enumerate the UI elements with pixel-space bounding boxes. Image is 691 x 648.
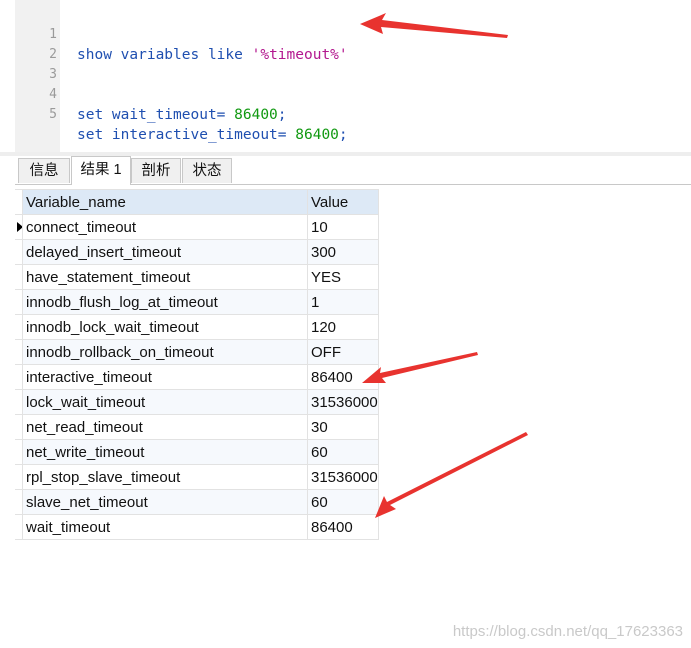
code-line: 1 show variables like '%timeout%' <box>0 5 691 63</box>
cell-value[interactable]: 86400 <box>307 514 379 540</box>
sql-semicolon: ; <box>277 107 287 123</box>
column-header-value[interactable]: Value <box>307 189 379 215</box>
table-row[interactable]: delayed_insert_timeout 300 <box>15 239 379 265</box>
table-row[interactable]: innodb_lock_wait_timeout 120 <box>15 314 379 340</box>
cell-value[interactable]: 300 <box>307 239 379 265</box>
row-indicator <box>15 289 23 315</box>
cell-variable-name[interactable]: wait_timeout <box>22 514 308 540</box>
row-indicator <box>15 339 23 365</box>
cell-value[interactable]: 10 <box>307 214 379 240</box>
row-indicator <box>15 239 23 265</box>
row-indicator <box>15 489 23 515</box>
row-indicator <box>15 214 23 240</box>
result-grid: Variable_name Value connect_timeout 10 d… <box>15 189 379 540</box>
cell-variable-name[interactable]: delayed_insert_timeout <box>22 239 308 265</box>
tab-profile[interactable]: 剖析 <box>131 158 181 183</box>
cell-value[interactable]: 86400 <box>307 364 379 390</box>
row-indicator <box>15 389 23 415</box>
row-indicator <box>15 314 23 340</box>
watermark: https://blog.csdn.net/qq_17623363 <box>452 623 683 640</box>
table-row[interactable]: net_write_timeout 60 <box>15 439 379 465</box>
code-text: set wait_timeout= 86400; <box>77 105 287 125</box>
table-row[interactable]: interactive_timeout 86400 <box>15 364 379 390</box>
sql-keyword: set wait_timeout= <box>77 107 235 123</box>
table-row[interactable]: net_read_timeout 30 <box>15 414 379 440</box>
row-indicator <box>15 414 23 440</box>
code-line: 4 set wait_timeout= 86400; <box>0 65 691 123</box>
code-text: set interactive_timeout= 86400; <box>77 125 348 145</box>
result-grid-area: Variable_name Value connect_timeout 10 d… <box>15 185 691 648</box>
sql-number: 86400 <box>295 127 339 143</box>
table-row[interactable]: rpl_stop_slave_timeout 31536000 <box>15 464 379 490</box>
cell-value[interactable]: 1 <box>307 289 379 315</box>
table-row[interactable]: innodb_rollback_on_timeout OFF <box>15 339 379 365</box>
row-indicator <box>15 439 23 465</box>
cell-value[interactable]: 31536000 <box>307 464 379 490</box>
table-row[interactable]: have_statement_timeout YES <box>15 264 379 290</box>
cell-variable-name[interactable]: slave_net_timeout <box>22 489 308 515</box>
code-line: 2 <box>0 25 691 62</box>
code-line: 5 set interactive_timeout= 86400; <box>0 85 691 143</box>
code-line: 3 <box>0 45 691 82</box>
cell-variable-name[interactable]: interactive_timeout <box>22 364 308 390</box>
table-row[interactable]: wait_timeout 86400 <box>15 514 379 540</box>
cell-value[interactable]: 60 <box>307 489 379 515</box>
row-indicator <box>15 514 23 540</box>
cell-value[interactable]: OFF <box>307 339 379 365</box>
sql-editor[interactable]: 1 show variables like '%timeout%' 2 3 4 … <box>0 0 691 153</box>
grid-header-row: Variable_name Value <box>15 189 379 215</box>
cell-value[interactable]: 120 <box>307 314 379 340</box>
cell-variable-name[interactable]: lock_wait_timeout <box>22 389 308 415</box>
tab-info[interactable]: 信息 <box>18 158 70 183</box>
sql-number: 86400 <box>234 107 278 123</box>
cell-variable-name[interactable]: innodb_lock_wait_timeout <box>22 314 308 340</box>
row-indicator <box>15 464 23 490</box>
table-row[interactable]: innodb_flush_log_at_timeout 1 <box>15 289 379 315</box>
tab-result-1[interactable]: 结果 1 <box>71 156 131 185</box>
cell-value[interactable]: 31536000 <box>307 389 379 415</box>
sql-keyword: set interactive_timeout= <box>77 127 296 143</box>
result-tabs: 信息 结果 1 剖析 状态 <box>15 156 691 185</box>
current-row-arrow-icon <box>17 222 22 232</box>
row-indicator <box>15 364 23 390</box>
cell-variable-name[interactable]: rpl_stop_slave_timeout <box>22 464 308 490</box>
cell-variable-name[interactable]: connect_timeout <box>22 214 308 240</box>
cell-value[interactable]: 30 <box>307 414 379 440</box>
table-row[interactable]: lock_wait_timeout 31536000 <box>15 389 379 415</box>
cell-variable-name[interactable]: net_write_timeout <box>22 439 308 465</box>
cell-variable-name[interactable]: innodb_flush_log_at_timeout <box>22 289 308 315</box>
cell-variable-name[interactable]: net_read_timeout <box>22 414 308 440</box>
tab-status[interactable]: 状态 <box>182 158 232 183</box>
table-row[interactable]: slave_net_timeout 60 <box>15 489 379 515</box>
cell-value[interactable]: 60 <box>307 439 379 465</box>
cell-variable-name[interactable]: innodb_rollback_on_timeout <box>22 339 308 365</box>
cell-variable-name[interactable]: have_statement_timeout <box>22 264 308 290</box>
column-header-variable-name[interactable]: Variable_name <box>22 189 308 215</box>
row-indicator <box>15 189 23 215</box>
line-number: 5 <box>49 107 57 122</box>
table-row[interactable]: connect_timeout 10 <box>15 214 379 240</box>
cell-value[interactable]: YES <box>307 264 379 290</box>
sql-semicolon: ; <box>338 127 348 143</box>
row-indicator <box>15 264 23 290</box>
